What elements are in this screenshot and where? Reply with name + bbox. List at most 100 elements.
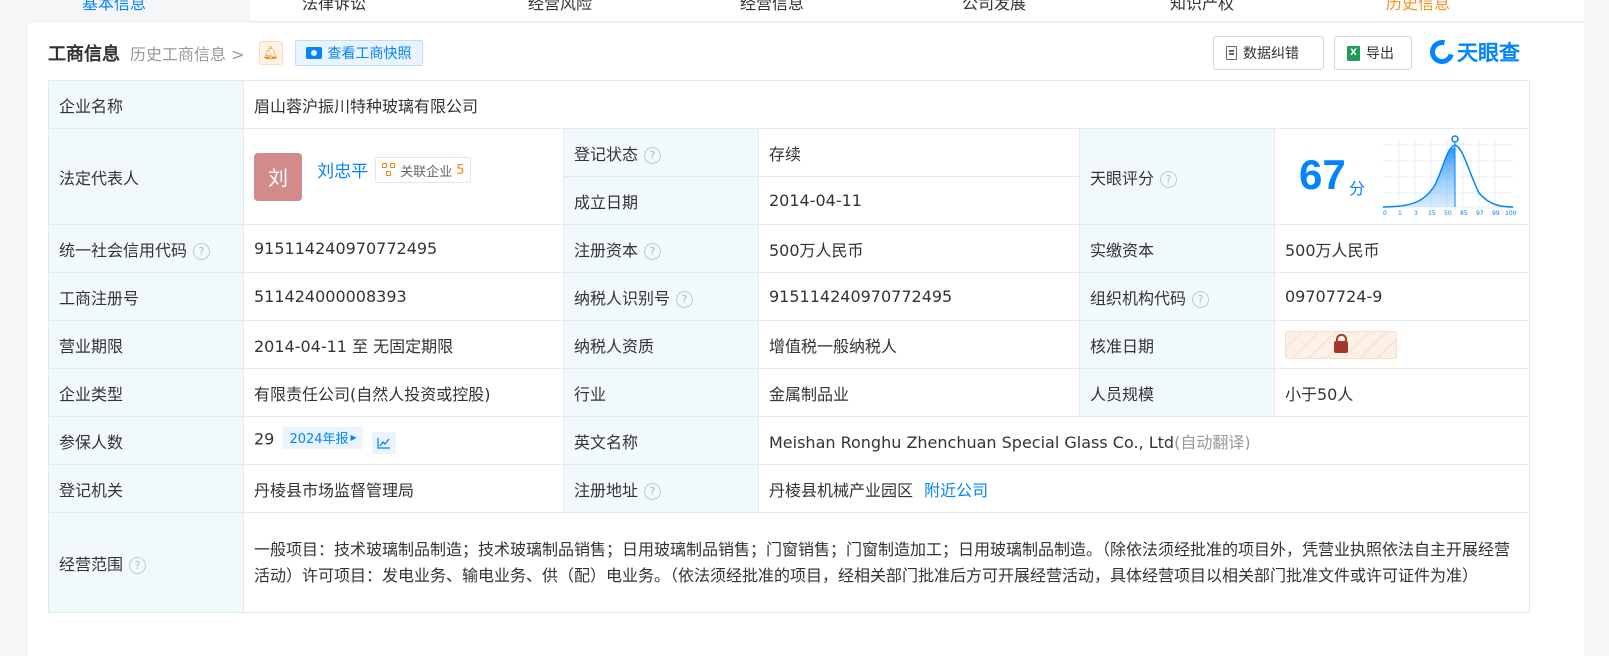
camera-icon xyxy=(305,47,322,59)
score-distribution-chart: 0 1 3 15 50 85 97 99 100 xyxy=(1383,135,1517,217)
auto-translate-note: (自动翻译) xyxy=(1174,432,1251,452)
legal-rep-name[interactable]: 刘忠平 xyxy=(317,162,368,182)
nearby-companies-link[interactable]: 附近公司 xyxy=(924,481,988,500)
reg-capital-label-cell: 注册资本? xyxy=(563,224,759,273)
biz-term: 2014-04-11 至 无固定期限 xyxy=(243,320,564,369)
taxpayer-qual: 增值税一般纳税人 xyxy=(758,320,1080,369)
english-name: Meishan Ronghu Zhenchuan Special Glass C… xyxy=(769,432,1175,452)
history-link-label[interactable]: 历史工商信息 xyxy=(130,45,226,64)
legal-rep-label: 法定代表人 xyxy=(48,128,244,225)
tab-ip[interactable]: 知识产权 xyxy=(1170,0,1234,14)
approval-date-cell xyxy=(1273,320,1531,369)
industry: 金属制品业 xyxy=(758,368,1080,417)
english-name-label: 英文名称 xyxy=(563,416,759,465)
reg-status-label: 登记状态 xyxy=(574,144,639,164)
business-info-table: 企业名称 眉山蓉沪振川特种玻璃有限公司 法定代表人 刘 刘忠平 关联企业 5 登… xyxy=(48,80,1531,613)
excel-icon: X xyxy=(1347,45,1360,61)
export-label: 导出 xyxy=(1366,46,1394,62)
question-circle-icon[interactable]: ? xyxy=(193,242,211,260)
axis-tick: 0 xyxy=(1383,210,1387,217)
org-code-label-cell: 组织机构代码? xyxy=(1079,272,1275,321)
chart-axis-labels: 0 1 3 15 50 85 97 99 100 xyxy=(1383,210,1517,217)
taxpayer-id-label-cell: 纳税人识别号? xyxy=(563,272,759,321)
export-button-wrap: X 导出 xyxy=(1334,36,1412,70)
annual-report-label: 2024年报 xyxy=(289,432,349,448)
insured-cell: 29 2024年报 ▶ xyxy=(243,416,564,465)
tab-operation[interactable]: 经营信息 xyxy=(740,0,804,14)
taxpayer-id: 915114240970772495 xyxy=(758,272,1080,321)
reg-status-label-cell: 登记状态? xyxy=(563,128,759,177)
axis-tick: 85 xyxy=(1460,210,1468,217)
taxpayer-qual-label: 纳税人资质 xyxy=(563,320,759,369)
caret-right-icon: ▶ xyxy=(350,433,357,443)
history-link[interactable]: 历史工商信息 > xyxy=(130,41,245,65)
tab-basic-info[interactable]: 基本信息 xyxy=(82,0,146,14)
biz-reg-no-label: 工商注册号 xyxy=(48,272,244,321)
staff-size-label: 人员规模 xyxy=(1079,368,1275,417)
tab-legal[interactable]: 法律诉讼 xyxy=(302,0,366,14)
scope-label: 经营范围 xyxy=(59,554,124,574)
business-scope: 一般项目：技术玻璃制品制造；技术玻璃制品销售；日用玻璃制品销售；门窗销售；门窗制… xyxy=(242,512,1531,613)
eye-logo-icon xyxy=(1425,35,1459,69)
snapshot-button[interactable]: 查看工商快照 xyxy=(294,40,423,66)
document-edit-icon xyxy=(1226,46,1237,60)
axis-tick: 100 xyxy=(1505,210,1517,217)
reg-address-label: 注册地址 xyxy=(574,480,639,500)
scope-label-cell: 经营范围? xyxy=(48,512,244,613)
staff-size: 小于50人 xyxy=(1273,368,1531,417)
tab-history[interactable]: 历史信息 xyxy=(1386,0,1450,14)
lock-icon xyxy=(1334,334,1348,353)
approval-date-label: 核准日期 xyxy=(1079,320,1275,369)
credit-code-label: 统一社会信用代码 xyxy=(59,240,188,260)
tianyancha-logo: 天眼查 xyxy=(1425,35,1520,69)
score-unit: 分 xyxy=(1349,179,1366,198)
score-label-cell: 天眼评分? xyxy=(1079,128,1275,225)
reg-address: 丹棱县机械产业园区 xyxy=(769,480,914,500)
question-circle-icon[interactable]: ? xyxy=(1160,170,1178,188)
relation-graph-icon xyxy=(382,163,396,177)
taxpayer-id-label: 纳税人识别号 xyxy=(574,288,671,308)
question-circle-icon[interactable]: ? xyxy=(1192,290,1210,308)
biz-reg-no: 511424000008393 xyxy=(243,272,564,321)
reg-capital: 500万人民币 xyxy=(758,224,1080,273)
company-type-label: 企业类型 xyxy=(48,368,244,417)
credit-code: 915114240970772495 xyxy=(243,224,564,273)
established-date: 2014-04-11 xyxy=(758,176,1080,225)
related-label: 关联企业 xyxy=(400,164,453,180)
data-correct-button[interactable]: 数据纠错 xyxy=(1213,36,1324,70)
export-button[interactable]: X 导出 xyxy=(1334,36,1412,70)
reg-authority: 丹棱县市场监督管理局 xyxy=(243,464,564,513)
insured-count: 29 xyxy=(254,429,275,449)
paid-capital-label: 实缴资本 xyxy=(1079,224,1275,273)
annual-report-badge[interactable]: 2024年报 ▶ xyxy=(283,426,363,449)
axis-tick: 3 xyxy=(1414,210,1418,217)
question-circle-icon[interactable]: ? xyxy=(644,482,662,500)
reg-status: 存续 xyxy=(758,128,1080,177)
locked-value[interactable] xyxy=(1285,330,1397,359)
tab-development[interactable]: 公司发展 xyxy=(962,0,1026,14)
reg-capital-label: 注册资本 xyxy=(574,240,639,260)
question-circle-icon[interactable]: ? xyxy=(644,242,662,260)
avatar[interactable]: 刘 xyxy=(254,152,302,201)
bell-icon[interactable]: 🔔︎ xyxy=(258,41,283,65)
line-chart-icon[interactable] xyxy=(371,432,396,455)
org-code-label: 组织机构代码 xyxy=(1090,288,1187,308)
score-cell[interactable]: 67 分 0 1 3 15 50 85 97 99 100 xyxy=(1273,128,1531,225)
reg-authority-label: 登记机关 xyxy=(48,464,244,513)
correct-button-wrap: 数据纠错 xyxy=(1213,36,1324,70)
axis-tick: 50 xyxy=(1444,210,1452,217)
score-marker xyxy=(1451,135,1459,143)
axis-tick: 99 xyxy=(1492,210,1500,217)
company-name-label: 企业名称 xyxy=(48,80,244,129)
credit-code-label-cell: 统一社会信用代码? xyxy=(48,224,244,273)
tab-bar: 基本信息 法律诉讼 经营风险 经营信息 公司发展 知识产权 历史信息 xyxy=(0,0,1609,22)
question-circle-icon[interactable]: ? xyxy=(129,556,147,574)
brand-wrap: 天眼查 xyxy=(1425,35,1520,69)
english-name-cell: Meishan Ronghu Zhenchuan Special Glass C… xyxy=(757,416,1531,465)
question-circle-icon[interactable]: ? xyxy=(644,146,662,164)
related-companies-badge[interactable]: 关联企业 5 xyxy=(375,157,472,183)
tab-risk[interactable]: 经营风险 xyxy=(528,0,592,14)
question-circle-icon[interactable]: ? xyxy=(676,290,694,308)
insured-label: 参保人数 xyxy=(48,416,244,465)
logo-text: 天眼查 xyxy=(1457,41,1520,65)
